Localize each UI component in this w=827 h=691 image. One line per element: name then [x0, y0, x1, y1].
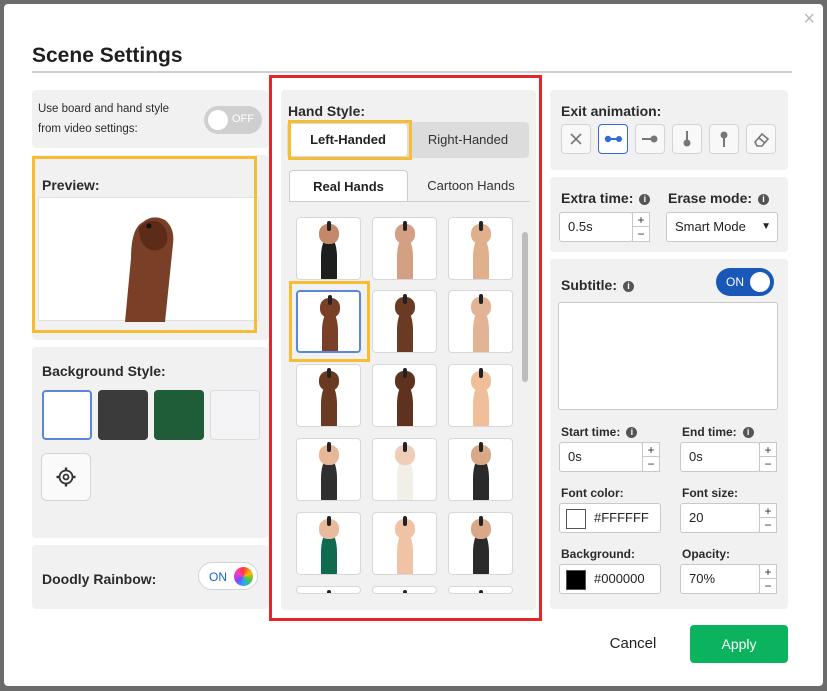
erase-mode-select[interactable]: Smart Mode ▼	[666, 212, 778, 242]
background-dark-slate[interactable]	[98, 390, 148, 440]
cancel-button[interactable]: Cancel	[600, 633, 666, 655]
gear-icon	[56, 467, 76, 487]
erase-mode-label: Erase mode: i	[668, 190, 770, 206]
end-time-stepper[interactable]: + −	[759, 442, 777, 472]
subtitle-toggle-label: ON	[726, 275, 744, 289]
opacity-input[interactable]: 70%	[680, 564, 760, 594]
subtitle-toggle[interactable]: ON	[716, 268, 774, 296]
extra-time-label: Extra time: i	[561, 190, 651, 206]
font-color-label: Font color:	[561, 486, 624, 500]
start-time-stepper[interactable]: + −	[642, 442, 660, 472]
font-size-input[interactable]: 20	[680, 503, 760, 533]
subtitle-label: Subtitle: i	[561, 277, 634, 293]
eraser-icon	[754, 132, 770, 147]
end-time-label: End time: i	[682, 425, 754, 439]
extra-time-stepper[interactable]: + −	[632, 212, 650, 242]
exit-animation-label: Exit animation:	[561, 103, 662, 119]
background-white[interactable]	[42, 390, 92, 440]
font-size-stepper[interactable]: + −	[759, 503, 777, 533]
subtitle-textarea[interactable]	[558, 302, 778, 410]
opacity-label: Opacity:	[682, 547, 731, 561]
info-icon: i	[639, 193, 651, 205]
font-color-swatch	[566, 508, 586, 529]
use-board-label-2: from video settings:	[38, 123, 138, 135]
exit-up-button[interactable]	[672, 124, 702, 154]
toggle-label: OFF	[232, 113, 254, 125]
exit-right-button[interactable]	[635, 124, 665, 154]
background-green-chalk[interactable]	[154, 390, 204, 440]
board-settings-panel: Use board and hand style from video sett…	[32, 90, 268, 148]
toggle-knob	[208, 110, 228, 130]
exit-left-button[interactable]	[598, 124, 628, 154]
info-icon: i	[626, 427, 638, 439]
background-label: Background Style:	[42, 363, 166, 379]
end-time-input[interactable]: 0s	[680, 442, 760, 472]
start-time-input[interactable]: 0s	[559, 442, 643, 472]
title-divider	[32, 71, 792, 73]
subtitle-background-label: Background:	[561, 547, 636, 561]
background-panel: Background Style:	[32, 347, 268, 538]
rainbow-toggle-label: ON	[209, 570, 227, 584]
rainbow-label: Doodly Rainbow:	[42, 571, 157, 587]
background-light-grey[interactable]	[210, 390, 260, 440]
use-board-label: Use board and hand style	[38, 103, 170, 115]
exit-down-button[interactable]	[709, 124, 739, 154]
font-size-label: Font size:	[682, 486, 738, 500]
close-icon[interactable]: ×	[803, 8, 815, 31]
subtitle-background-input[interactable]: #000000	[559, 564, 661, 594]
rainbow-wheel-icon	[234, 567, 253, 586]
toggle-knob	[750, 272, 770, 292]
dot-line-left-icon	[604, 135, 622, 143]
chevron-down-icon: ▼	[761, 221, 771, 232]
apply-button[interactable]: Apply	[690, 625, 788, 663]
background-color-swatch	[566, 569, 586, 590]
info-icon: i	[742, 427, 754, 439]
info-icon: i	[758, 193, 770, 205]
close-icon	[570, 133, 582, 145]
exit-erase-button[interactable]	[746, 124, 776, 154]
dot-line-up-icon	[683, 131, 691, 147]
use-board-toggle[interactable]: OFF	[204, 106, 262, 134]
dialog-title: Scene Settings	[32, 44, 183, 67]
font-color-input[interactable]: #FFFFFF	[559, 503, 661, 533]
start-time-label: Start time: i	[561, 425, 638, 439]
opacity-stepper[interactable]: + −	[759, 564, 777, 594]
rainbow-toggle[interactable]: ON	[198, 562, 258, 590]
info-icon: i	[623, 280, 634, 292]
background-settings-button[interactable]	[41, 453, 91, 501]
dot-line-down-icon	[720, 131, 728, 147]
preview-highlight	[32, 156, 257, 333]
hand-style-frame	[269, 75, 542, 621]
extra-time-input[interactable]: 0.5s	[559, 212, 633, 242]
dot-line-right-icon	[642, 135, 658, 143]
exit-none-button[interactable]	[561, 124, 591, 154]
